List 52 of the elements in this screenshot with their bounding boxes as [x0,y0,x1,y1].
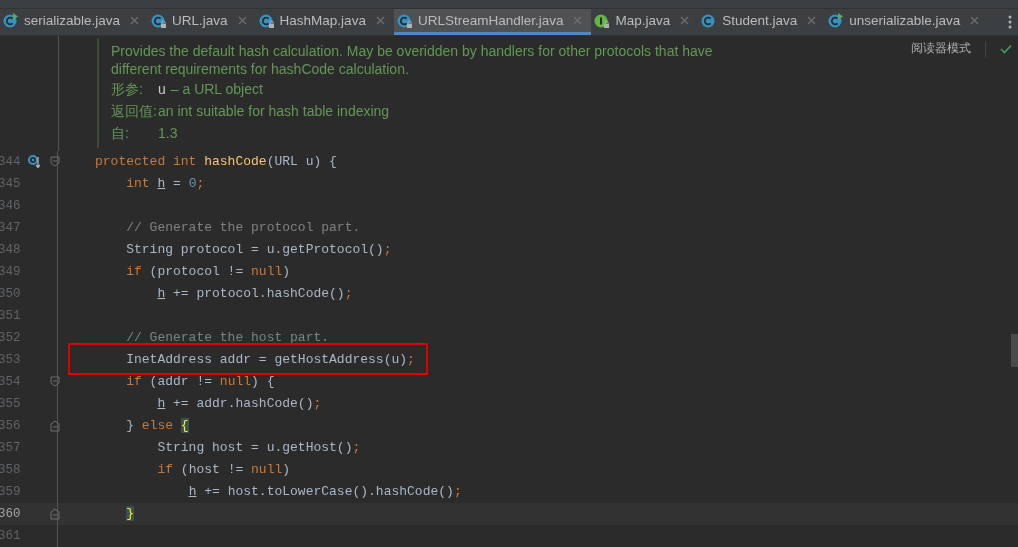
close-icon[interactable] [807,16,817,25]
fold-icon[interactable] [50,420,60,432]
scrollbar-thumb[interactable] [1011,334,1018,367]
param-name: u [158,80,166,99]
override-icon[interactable] [28,155,40,168]
code-line: if (addr != null) { [125,374,275,389]
locked-class-icon [151,12,168,29]
code-line: h += protocol.hashCode(); [156,286,353,301]
close-icon[interactable] [680,16,690,25]
close-icon[interactable] [375,16,385,25]
file-tab[interactable]: Student.java [698,9,826,35]
check-icon [1000,43,1012,54]
runnable-class-icon [3,12,19,29]
file-tab[interactable]: HashMap.java [255,9,394,35]
close-icon[interactable] [130,16,140,25]
close-icon[interactable] [237,16,247,25]
file-tab[interactable]: URLStreamHandler.java [393,9,592,35]
code-line: protected int hashCode(URL u) { [95,154,337,169]
code-line: h += host.toLowerCase().hashCode(); [187,484,462,499]
code-line: // Generate the host part. [125,330,330,345]
code-line: h += addr.hashCode(); [156,396,322,411]
doc-tag-label: 自: [111,124,130,143]
doc-tag-text: 1.3 [158,124,178,143]
close-icon[interactable] [573,16,583,25]
more-icon[interactable] [1008,15,1012,29]
runnable-class-icon [828,12,845,29]
code-line: int h = 0; [125,176,205,191]
fold-icon[interactable] [50,508,60,520]
reader-mode-link[interactable]: 阅读器模式 [911,40,971,57]
file-tab[interactable]: serializable.java [0,9,149,35]
code-line: // Generate the protocol part. [125,220,361,235]
doc-tag-text: – a URL object [170,80,263,99]
code-line: InetAddress addr = getHostAddress(u); [125,352,415,367]
locked-class-icon [258,12,275,29]
doc-description-line: different requirements for hashCode calculation. [111,60,409,78]
code-line: String host = u.getHost(); [156,440,361,455]
file-tab[interactable]: unserializable.java [825,9,989,35]
doc-tag-label: 形参: [111,80,144,99]
file-tab[interactable]: Map.java [591,9,699,35]
fold-icon[interactable] [50,376,60,388]
fold-icon[interactable] [50,156,60,168]
file-tab[interactable]: URL.java [148,9,256,35]
code-line: if (host != null) [156,462,291,477]
code-line: String protocol = u.getProtocol(); [125,242,392,257]
doc-tag-text: an int suitable for hash table indexing [158,102,390,121]
code-line: } else { [125,418,189,433]
locked-class-icon [396,12,413,29]
doc-description-line: Provides the default hash calculation. May be overidden by handlers for other protocols that have [111,42,713,60]
locked-interface-icon [594,12,611,29]
doc-tag-label: 返回值: [111,102,158,121]
close-icon[interactable] [970,16,980,25]
code-line: if (protocol != null) [125,264,291,279]
